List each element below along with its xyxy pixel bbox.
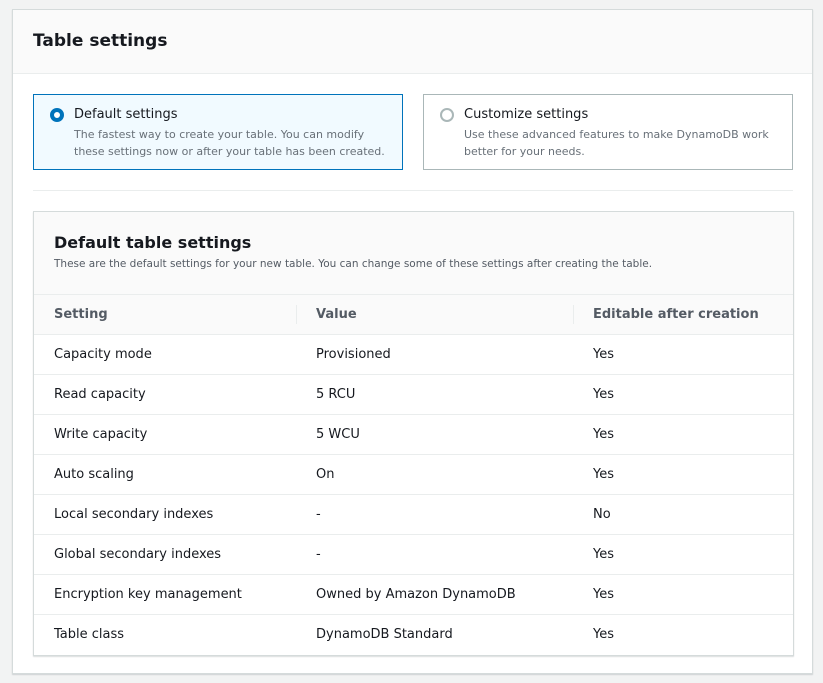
table-row: Table class DynamoDB Standard Yes	[34, 614, 793, 654]
value-cell: Provisioned	[296, 334, 573, 375]
settings-option-group: Default settings The fastest way to crea…	[33, 94, 793, 170]
default-settings-header: Default table settings These are the def…	[34, 212, 793, 295]
setting-cell: Capacity mode	[34, 334, 296, 375]
table-row: Capacity mode Provisioned Yes	[34, 334, 793, 375]
value-cell: 5 WCU	[296, 414, 573, 455]
editable-cell: Yes	[573, 374, 793, 415]
section-divider	[33, 190, 793, 191]
setting-cell: Write capacity	[34, 414, 296, 455]
column-header-editable: Editable after creation	[573, 295, 793, 335]
editable-cell: No	[573, 494, 793, 535]
option-label: Customize settings	[464, 107, 589, 122]
panel-header: Table settings	[13, 10, 812, 74]
table-row: Write capacity 5 WCU Yes	[34, 414, 793, 455]
option-description: Use these advanced features to make Dyna…	[464, 128, 769, 158]
customize-settings-radio[interactable]	[440, 108, 454, 122]
default-table-settings-container: Default table settings These are the def…	[33, 211, 794, 656]
editable-cell: Yes	[593, 626, 614, 642]
table-header-row: Setting Value Editable after creation	[34, 295, 793, 335]
value-cell: On	[296, 454, 573, 495]
default-settings-description: These are the default settings for your …	[54, 258, 653, 270]
setting-cell: Read capacity	[34, 374, 296, 415]
default-settings-table: Setting Value Editable after creation Ca…	[34, 295, 793, 654]
table-row: Encryption key management Owned by Amazon…	[34, 574, 793, 615]
option-label: Default settings	[74, 107, 178, 122]
value-cell: Owned by Amazon DynamoDB	[296, 574, 573, 615]
table-row: Read capacity 5 RCU Yes	[34, 374, 793, 415]
default-settings-title: Default table settings	[54, 233, 252, 252]
setting-cell: Encryption key management	[34, 574, 296, 615]
table-row: Auto scaling On Yes	[34, 454, 793, 495]
setting-cell: Global secondary indexes	[34, 534, 296, 575]
editable-cell: Yes	[573, 454, 793, 495]
value-cell: 5 RCU	[296, 374, 573, 415]
editable-cell: Yes	[573, 414, 793, 455]
default-settings-radio[interactable]	[50, 108, 64, 122]
option-description: The fastest way to create your table. Yo…	[74, 128, 385, 158]
editable-cell: Yes	[573, 574, 793, 615]
table-row: Global secondary indexes - Yes	[34, 534, 793, 575]
editable-cell: Yes	[573, 534, 793, 575]
editable-cell: Yes	[573, 334, 793, 375]
column-header-value: Value	[296, 295, 573, 335]
default-settings-option[interactable]: Default settings The fastest way to crea…	[33, 94, 403, 170]
panel-title: Table settings	[33, 31, 168, 51]
table-settings-panel: Table settings Default settings The fast…	[12, 9, 813, 674]
column-header-setting: Setting	[34, 295, 296, 335]
value-cell: DynamoDB Standard	[316, 626, 453, 642]
setting-cell: Local secondary indexes	[34, 494, 296, 535]
table-body: Capacity mode Provisioned Yes Read capacity…	[34, 334, 793, 654]
setting-cell: Table class	[54, 626, 125, 642]
customize-settings-option[interactable]: Customize settings Use these advanced fe…	[423, 94, 793, 170]
setting-cell: Auto scaling	[34, 454, 296, 495]
table-row: Local secondary indexes - No	[34, 494, 793, 535]
value-cell: -	[296, 494, 573, 535]
value-cell: -	[296, 534, 573, 575]
